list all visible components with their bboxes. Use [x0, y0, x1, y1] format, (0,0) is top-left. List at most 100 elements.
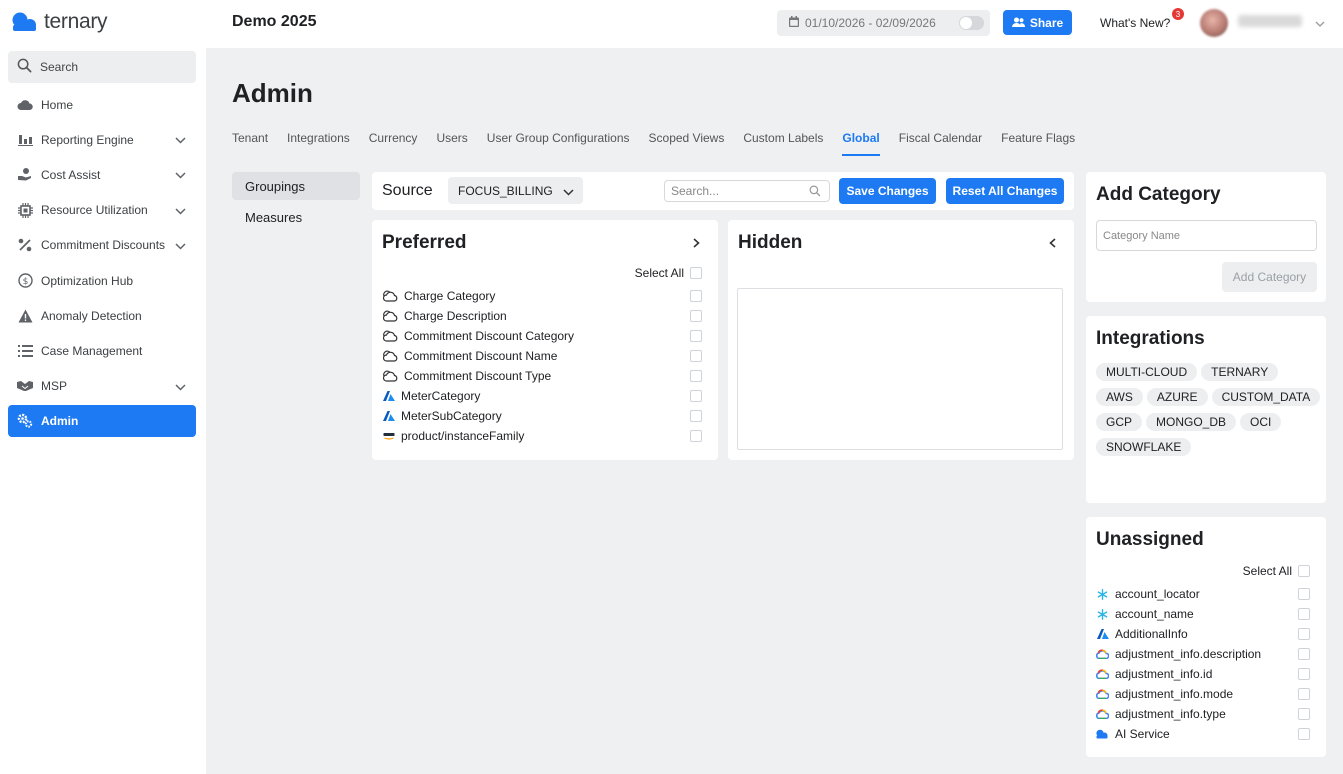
subnav-measures[interactable]: Measures [232, 203, 360, 231]
sidebar-search[interactable]: Search [8, 51, 196, 83]
item-label: adjustment_info.type [1115, 707, 1226, 721]
sidebar-item-case-management[interactable]: Case Management [8, 333, 196, 368]
chevron-down-icon[interactable] [175, 239, 186, 253]
item-checkbox[interactable] [1298, 608, 1310, 620]
reset-all-changes-button[interactable]: Reset All Changes [946, 178, 1064, 204]
sidebar-item-reporting-engine[interactable]: Reporting Engine [8, 122, 196, 157]
sidebar-item-cost-assist[interactable]: Cost Assist [8, 157, 196, 192]
sidebar-item-anomaly-detection[interactable]: Anomaly Detection [8, 298, 196, 333]
tab-user-group-configurations[interactable]: User Group Configurations [487, 131, 630, 156]
hidden-drop-zone[interactable] [737, 288, 1063, 450]
item-checkbox[interactable] [690, 390, 702, 402]
sidebar-item-admin[interactable]: Admin [8, 404, 196, 437]
gears-icon [17, 413, 33, 429]
category-name-input[interactable]: Category Name [1096, 220, 1317, 251]
tab-integrations[interactable]: Integrations [287, 131, 350, 156]
list-item[interactable]: AI Service [1096, 724, 1310, 744]
whats-new-link[interactable]: What's New? [1100, 16, 1170, 30]
item-checkbox[interactable] [1298, 648, 1310, 660]
select-all-checkbox[interactable] [690, 267, 702, 279]
item-checkbox[interactable] [690, 430, 702, 442]
sidebar-item-msp[interactable]: MSP [8, 369, 196, 404]
item-checkbox[interactable] [690, 410, 702, 422]
item-checkbox[interactable] [1298, 708, 1310, 720]
item-checkbox[interactable] [1298, 728, 1310, 740]
list-item[interactable]: adjustment_info.type [1096, 704, 1310, 724]
compare-toggle[interactable] [959, 16, 984, 30]
sidebar-item-optimization-hub[interactable]: $ Optimization Hub [8, 263, 196, 298]
sidebar-item-home[interactable]: Home [8, 87, 196, 122]
list-item[interactable]: account_name [1096, 604, 1310, 624]
tab-global[interactable]: Global [842, 131, 881, 156]
integration-chip[interactable]: OCI [1240, 413, 1282, 431]
integration-chip[interactable]: AWS [1096, 388, 1143, 406]
chevron-right-icon[interactable] [693, 237, 700, 251]
groupings-search-input[interactable]: Search... [664, 180, 830, 202]
integration-chip[interactable]: MONGO_DB [1146, 413, 1237, 431]
subnav-groupings[interactable]: Groupings [232, 172, 360, 200]
logo[interactable]: ternary [12, 10, 108, 34]
unassigned-select-all[interactable]: Select All [1243, 564, 1310, 578]
list-item[interactable]: product/instanceFamily [382, 426, 702, 446]
tab-custom-labels[interactable]: Custom Labels [743, 131, 823, 156]
tab-fiscal-calendar[interactable]: Fiscal Calendar [899, 131, 982, 156]
integration-chip[interactable]: SNOWFLAKE [1096, 438, 1192, 456]
date-range-text: 01/10/2026 - 02/09/2026 [805, 16, 936, 30]
list-item[interactable]: Charge Category [382, 286, 702, 306]
integration-chip[interactable]: CUSTOM_DATA [1211, 388, 1321, 406]
item-checkbox[interactable] [690, 350, 702, 362]
item-checkbox[interactable] [690, 310, 702, 322]
item-checkbox[interactable] [1298, 668, 1310, 680]
list-item[interactable]: AdditionalInfo [1096, 624, 1310, 644]
list-item[interactable]: MeterCategory [382, 386, 702, 406]
tab-tenant[interactable]: Tenant [232, 131, 268, 156]
item-checkbox[interactable] [1298, 588, 1310, 600]
list-item[interactable]: account_locator [1096, 584, 1310, 604]
chevron-down-icon[interactable] [175, 204, 186, 218]
tab-feature-flags[interactable]: Feature Flags [1001, 131, 1075, 156]
list-item[interactable]: adjustment_info.mode [1096, 684, 1310, 704]
tab-users[interactable]: Users [436, 131, 467, 156]
list-item[interactable]: MeterSubCategory [382, 406, 702, 426]
item-checkbox[interactable] [1298, 628, 1310, 640]
preferred-select-all[interactable]: Select All [635, 266, 702, 280]
tab-currency[interactable]: Currency [369, 131, 418, 156]
search-label: Search [40, 60, 79, 74]
search-icon [809, 185, 821, 200]
tab-scoped-views[interactable]: Scoped Views [649, 131, 725, 156]
item-checkbox[interactable] [690, 290, 702, 302]
list-item[interactable]: Commitment Discount Category [382, 326, 702, 346]
chevron-down-icon[interactable] [1315, 16, 1325, 30]
source-select[interactable]: FOCUS_BILLING [448, 177, 583, 204]
integration-chip[interactable]: GCP [1096, 413, 1143, 431]
share-button[interactable]: Share [1003, 10, 1072, 35]
preferred-card: Preferred Select All Charge Category Cha… [372, 220, 718, 460]
list-item[interactable]: adjustment_info.id [1096, 664, 1310, 684]
integration-chip[interactable]: MULTI-CLOUD [1096, 363, 1198, 381]
chevron-down-icon[interactable] [175, 133, 186, 147]
sidebar-item-label: Case Management [41, 343, 143, 358]
sidebar-item-resource-utilization[interactable]: Resource Utilization [8, 193, 196, 228]
avatar[interactable] [1200, 9, 1228, 37]
chevron-left-icon[interactable] [1049, 237, 1056, 251]
list-item[interactable]: Commitment Discount Type [382, 366, 702, 386]
list-item[interactable]: adjustment_info.description [1096, 644, 1310, 664]
item-checkbox[interactable] [690, 370, 702, 382]
user-name-redacted[interactable] [1238, 15, 1302, 27]
integration-chip[interactable]: TERNARY [1201, 363, 1279, 381]
item-checkbox[interactable] [690, 330, 702, 342]
item-checkbox[interactable] [1298, 688, 1310, 700]
add-category-button[interactable]: Add Category [1222, 262, 1317, 292]
source-label: Source [382, 182, 433, 199]
list-item[interactable]: Charge Description [382, 306, 702, 326]
preferred-title: Preferred [382, 232, 467, 253]
date-range-picker[interactable]: 01/10/2026 - 02/09/2026 [777, 10, 990, 36]
list-item[interactable]: Commitment Discount Name [382, 346, 702, 366]
chevron-down-icon[interactable] [175, 380, 186, 394]
sidebar-item-commitment-discounts[interactable]: Commitment Discounts [8, 228, 196, 263]
chevron-down-icon[interactable] [175, 168, 186, 182]
save-changes-button[interactable]: Save Changes [839, 178, 936, 204]
list-icon [17, 343, 33, 359]
select-all-checkbox[interactable] [1298, 565, 1310, 577]
integration-chip[interactable]: AZURE [1146, 388, 1208, 406]
